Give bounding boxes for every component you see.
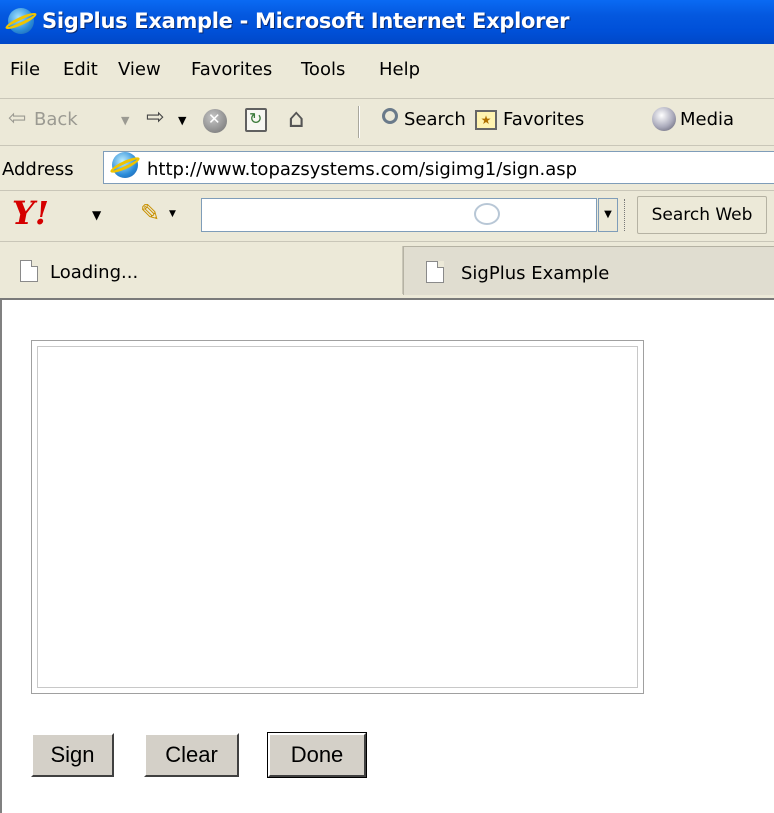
page-icon [426,261,444,283]
sign-button[interactable]: Sign [31,733,114,777]
toolbar-grip[interactable] [624,199,629,231]
favorites-button[interactable]: Favorites [503,109,584,130]
back-arrow-icon: ⇦ [8,106,27,131]
tab-loading[interactable]: Loading... [0,246,403,294]
pencil-dropdown-icon[interactable]: ▼ [169,209,176,219]
page-icon [20,260,38,282]
forward-button[interactable]: ⇨ [146,105,164,130]
forward-dropdown-icon[interactable]: ▼ [178,114,186,127]
search-web-button[interactable]: Search Web [637,196,767,234]
window-title: SigPlus Example - Microsoft Internet Exp… [42,9,570,33]
media-button[interactable]: Media [680,109,734,130]
tab-label: SigPlus Example [461,263,610,284]
done-button[interactable]: Done [267,732,367,778]
favorites-icon[interactable]: ★ [475,110,497,130]
refresh-icon[interactable] [245,108,267,132]
yahoo-search-input[interactable] [201,198,597,232]
media-icon[interactable] [652,107,676,131]
yahoo-toolbar: Y! ▼ ✎ ▼ ▼ Search Web [0,191,774,242]
toolbar-separator [358,106,360,138]
tab-label: Loading... [50,262,139,283]
window-title-bar[interactable]: SigPlus Example - Microsoft Internet Exp… [0,0,774,44]
yahoo-menu-dropdown-icon[interactable]: ▼ [92,208,101,222]
menu-file[interactable]: File [10,59,40,80]
signature-area[interactable] [37,346,638,688]
address-label: Address [2,159,74,180]
tab-bar: Loading... SigPlus Example [0,242,774,300]
pencil-icon[interactable]: ✎ [140,199,160,227]
menu-view[interactable]: View [118,59,161,80]
menu-edit[interactable]: Edit [63,59,98,80]
search-icon[interactable] [382,108,398,124]
menu-help[interactable]: Help [379,59,420,80]
page-icon [112,152,138,178]
menu-bar: File Edit View Favorites Tools Help [0,44,774,99]
home-icon[interactable]: ⌂ [288,104,305,134]
back-dropdown-icon[interactable]: ▼ [121,114,129,127]
menu-tools[interactable]: Tools [301,59,345,80]
internet-explorer-icon [8,8,34,34]
yahoo-logo[interactable]: Y! [12,194,49,232]
stop-icon[interactable] [203,109,227,133]
search-watermark-icon [474,203,500,225]
clear-button[interactable]: Clear [144,733,239,777]
menu-favorites[interactable]: Favorites [191,59,272,80]
search-button[interactable]: Search [404,109,466,130]
back-button[interactable]: Back [34,109,78,130]
tab-sigplus-example[interactable]: SigPlus Example [403,246,774,295]
address-url[interactable]: http://www.topazsystems.com/sigimg1/sign… [147,159,577,180]
search-history-dropdown[interactable]: ▼ [598,198,618,232]
signature-pad[interactable] [31,340,644,694]
